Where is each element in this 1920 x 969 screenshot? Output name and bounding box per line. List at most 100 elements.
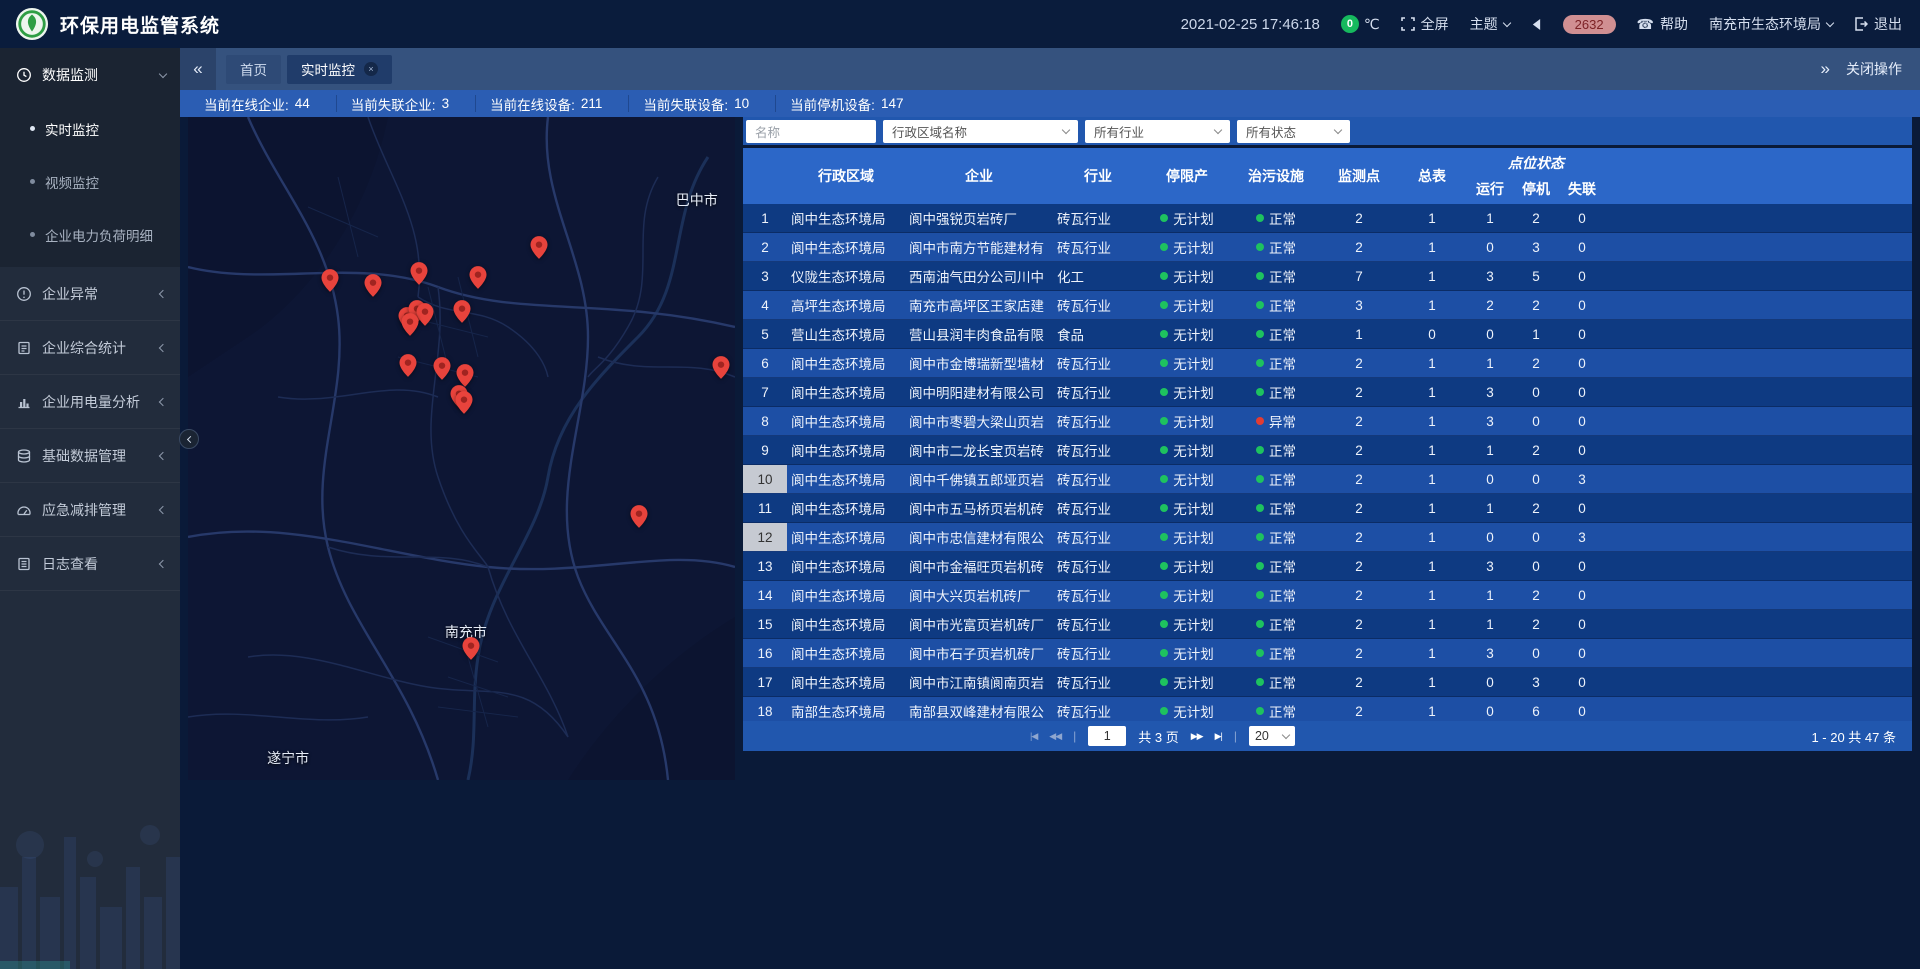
filler-cell [1605,233,1912,261]
region-cell: 阆中生态环境局 [787,668,905,696]
page-number-input[interactable]: 1 [1088,726,1126,746]
map-pin[interactable] [454,300,471,323]
table-row[interactable]: 12阆中生态环境局阆中市忠信建材有限公砖瓦行业无计划正常21003 [743,523,1912,552]
status-dot-green [1256,272,1264,280]
table-row[interactable]: 10阆中生态环境局阆中千佛镇五郎垭页岩砖瓦行业无计划正常21003 [743,465,1912,494]
sidebar-item-video-monitoring[interactable]: 视频监控 [0,155,180,208]
prev-page-button[interactable]: ◀◀ [1049,731,1061,742]
sidebar-item-emergency-reduction[interactable]: 应急减排管理 [0,483,180,537]
stat-item: 当前失联企业:3 [337,95,476,112]
facility-cell: 正常 [1231,494,1321,522]
points-cell: 2 [1321,668,1397,696]
status-dot-green [1160,330,1168,338]
tab-close-icon[interactable]: × [364,62,378,76]
tab-realtime-monitoring[interactable]: 实时监控 × [287,55,392,84]
table-row[interactable]: 9阆中生态环境局阆中市二龙长宝页岩砖砖瓦行业无计划正常21120 [743,436,1912,465]
facility-cell: 正常 [1231,610,1321,638]
theme-dropdown[interactable]: 主题 [1470,14,1510,34]
table-row[interactable]: 7阆中生态环境局阆中明阳建材有限公司砖瓦行业无计划正常21300 [743,378,1912,407]
region-cell: 阆中生态环境局 [787,610,905,638]
map-pin[interactable] [364,274,381,297]
sidebar-collapse-handle[interactable] [179,429,199,449]
announcement-icon[interactable] [1531,18,1542,31]
next-page-button[interactable]: ▶▶ [1191,731,1203,742]
table-row[interactable]: 6阆中生态环境局阆中市金博瑞新型墙材砖瓦行业无计划正常21120 [743,349,1912,378]
row-index-cell: 15 [743,610,787,638]
limit-cell: 无计划 [1143,523,1231,551]
index-column-header [743,148,787,204]
tabs-scroll-left-button[interactable]: « [180,48,216,90]
sidebar-item-base-data[interactable]: 基础数据管理 [0,429,180,483]
table-row[interactable]: 2阆中生态环境局阆中市南方节能建材有砖瓦行业无计划正常21030 [743,233,1912,262]
map-pin[interactable] [399,354,416,377]
sidebar-item-power-analysis[interactable]: 企业用电量分析 [0,375,180,429]
industry-cell: 砖瓦行业 [1053,552,1143,580]
sidebar-item-log-view[interactable]: 日志查看 [0,537,180,591]
industry-filter-select[interactable]: 所有行业 [1085,120,1230,143]
bullet-icon [30,232,35,237]
limit-cell: 无计划 [1143,639,1231,667]
table-row[interactable]: 17阆中生态环境局阆中市江南镇阆南页岩砖瓦行业无计划正常21030 [743,668,1912,697]
map-canvas[interactable]: 巴中市南充市遂宁市 [188,117,735,780]
message-count-badge[interactable]: 2632 [1563,15,1616,34]
tab-home[interactable]: 首页 [226,55,281,84]
sidebar-item-enterprise-abnormal[interactable]: 企业异常 [0,267,180,321]
org-dropdown[interactable]: 南充市生态环境局 [1709,14,1833,34]
status-filter-select[interactable]: 所有状态 [1237,120,1350,143]
map-pin[interactable] [402,313,419,336]
sidebar-item-data-monitoring[interactable]: 数据监测 [0,48,180,102]
chevron-left-icon [159,289,167,297]
table-row[interactable]: 8阆中生态环境局阆中市枣碧大梁山页岩砖瓦行业无计划异常21300 [743,407,1912,436]
map-pin[interactable] [410,262,427,285]
map-pin[interactable] [321,269,338,292]
fullscreen-button[interactable]: 全屏 [1401,14,1449,34]
total-cell: 1 [1397,610,1467,638]
page-size-select[interactable]: 20 [1249,726,1295,746]
name-filter-input[interactable]: 名称 [746,120,876,143]
table-row[interactable]: 4高坪生态环境局南充市高坪区王家店建砖瓦行业无计划正常31220 [743,291,1912,320]
map-pin[interactable] [456,364,473,387]
chevron-down-icon [1282,730,1290,738]
limit-cell: 无计划 [1143,610,1231,638]
table-row[interactable]: 15阆中生态环境局阆中市光富页岩机砖厂砖瓦行业无计划正常21120 [743,610,1912,639]
industry-cell: 砖瓦行业 [1053,639,1143,667]
map-pin[interactable] [469,266,486,289]
tabs-scroll-right-button[interactable]: » [1821,59,1830,79]
first-page-button[interactable]: |◀ [1030,731,1037,742]
table-row[interactable]: 1阆中生态环境局阆中强锐页岩砖厂砖瓦行业无计划正常21120 [743,204,1912,233]
map-pin[interactable] [531,236,548,259]
table-row[interactable]: 14阆中生态环境局阆中大兴页岩机砖厂砖瓦行业无计划正常21120 [743,581,1912,610]
bar-chart-icon [16,394,32,410]
filler-cell [1605,436,1912,464]
map-pin[interactable] [630,505,647,528]
logout-button[interactable]: 退出 [1854,14,1902,34]
row-index-cell: 16 [743,639,787,667]
table-row[interactable]: 16阆中生态环境局阆中市石子页岩机砖厂砖瓦行业无计划正常21300 [743,639,1912,668]
map-pin[interactable] [456,391,473,414]
table-row[interactable]: 18南部生态环境局南部县双峰建材有限公砖瓦行业无计划正常21060 [743,697,1912,721]
limit-cell: 无计划 [1143,233,1231,261]
table-row[interactable]: 5营山生态环境局营山县润丰肉食品有限食品无计划正常10010 [743,320,1912,349]
sidebar-item-enterprise-statistics[interactable]: 企业综合统计 [0,321,180,375]
table-row[interactable]: 3仪陇生态环境局西南油气田分公司川中化工无计划正常71350 [743,262,1912,291]
table-row[interactable]: 13阆中生态环境局阆中市金福旺页岩机砖砖瓦行业无计划正常21300 [743,552,1912,581]
table-row[interactable]: 11阆中生态环境局阆中市五马桥页岩机砖砖瓦行业无计划正常21120 [743,494,1912,523]
map-pin[interactable] [416,303,433,326]
halt-cell: 2 [1513,436,1559,464]
close-operations-button[interactable]: 关闭操作 [1846,59,1902,79]
region-filter-select[interactable]: 行政区域名称 [883,120,1078,143]
company-cell: 阆中市南方节能建材有 [905,233,1053,261]
sidebar-item-power-load-detail[interactable]: 企业电力负荷明细 [0,208,180,261]
limit-cell: 无计划 [1143,494,1231,522]
last-page-button[interactable]: ▶| [1215,731,1222,742]
help-button[interactable]: ☎ 帮助 [1637,14,1688,34]
map-pin[interactable] [462,637,479,660]
map-pin[interactable] [712,356,729,379]
lost-cell: 0 [1559,407,1605,435]
region-cell: 阆中生态环境局 [787,465,905,493]
company-cell: 阆中明阳建材有限公司 [905,378,1053,406]
company-cell: 阆中市枣碧大梁山页岩 [905,407,1053,435]
map-pin[interactable] [433,357,450,380]
sidebar-item-realtime-monitoring[interactable]: 实时监控 [0,102,180,155]
facility-column-header: 治污设施 [1231,148,1321,204]
